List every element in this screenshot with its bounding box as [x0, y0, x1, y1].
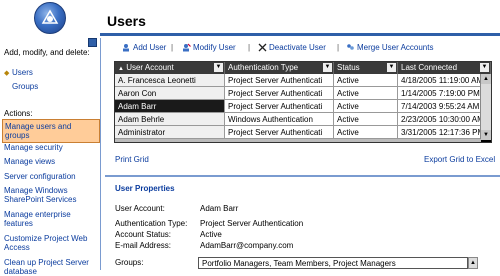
cell-last-connected: 4/18/2005 11:19:00 AM — [398, 74, 481, 87]
toolbar-separator: | — [171, 43, 174, 52]
action-manage-users-and-groups[interactable]: Manage users and groups — [2, 119, 100, 143]
user-account-value: Adam Barr — [200, 204, 239, 213]
deactivate-user-label: Deactivate User — [269, 43, 326, 52]
cell-status: Active — [334, 74, 398, 87]
cell-user-account: A. Francesca Leonetti — [115, 74, 225, 87]
deactivate-user-icon — [258, 43, 267, 52]
modify-user-icon — [183, 43, 191, 52]
title-divider — [100, 33, 500, 36]
action-manage-security[interactable]: Manage security — [4, 143, 96, 152]
merge-user-accounts-label: Merge User Accounts — [357, 43, 434, 52]
cell-user-account: Adam Behrle — [115, 113, 225, 126]
modify-user-button[interactable]: Modify User — [182, 43, 236, 52]
account-status-label: Account Status: — [115, 230, 172, 239]
column-header-label: Authentication Type — [228, 63, 299, 72]
nav-link-users[interactable]: Users — [12, 68, 33, 77]
column-dropdown-icon[interactable]: ▼ — [387, 63, 396, 72]
cell-status: Active — [334, 100, 398, 113]
email-value: AdamBarr@company.com — [200, 241, 294, 250]
deactivate-user-button[interactable]: Deactivate User — [258, 43, 326, 52]
column-header-label: User Account — [126, 63, 174, 72]
cell-last-connected: 3/31/2005 12:17:36 PM — [398, 126, 481, 139]
toolbar-separator: | — [248, 43, 251, 52]
cell-user-account: Adam Barr — [115, 100, 225, 113]
cell-status: Active — [334, 87, 398, 100]
action-manage-enterprise-features[interactable]: Manage enterprise features — [4, 210, 96, 228]
cell-status: Active — [334, 126, 398, 139]
add-user-icon — [123, 44, 129, 52]
add-modify-heading: Add, modify, and delete: — [4, 48, 90, 57]
cell-authentication-type: Project Server Authenticati — [225, 87, 334, 100]
page-header: Users — [0, 0, 500, 38]
left-navigation-panel: Add, modify, and delete: ◆ Users Groups … — [0, 38, 101, 276]
users-grid: ▲ User Account ▼ Authentication Type ▼ S… — [114, 61, 492, 143]
print-grid-link[interactable]: Print Grid — [115, 155, 149, 164]
action-server-configuration[interactable]: Server configuration — [4, 172, 96, 181]
table-row-selected[interactable]: Adam Barr Project Server Authenticati Ac… — [115, 100, 491, 113]
nav-link-groups[interactable]: Groups — [12, 82, 38, 91]
export-grid-link[interactable]: Export Grid to Excel — [424, 155, 495, 164]
column-header-label: Status — [337, 63, 360, 72]
table-row[interactable]: Adam Behrle Windows Authentication Activ… — [115, 113, 491, 126]
auth-type-label: Authentication Type: — [115, 219, 188, 228]
cell-user-account: Administrator — [115, 126, 225, 139]
column-header-user-account[interactable]: ▲ User Account ▼ — [115, 62, 225, 74]
grid-header-row: ▲ User Account ▼ Authentication Type ▼ S… — [115, 62, 491, 74]
cell-last-connected: 1/14/2005 7:19:00 PM — [398, 87, 481, 100]
cell-authentication-type: Windows Authentication — [225, 113, 334, 126]
table-row[interactable]: Aaron Con Project Server Authenticati Ac… — [115, 87, 491, 100]
cell-authentication-type: Project Server Authenticati — [225, 126, 334, 139]
table-row[interactable]: A. Francesca Leonetti Project Server Aut… — [115, 74, 491, 87]
table-row[interactable]: Administrator Project Server Authenticat… — [115, 126, 491, 139]
merge-user-accounts-button[interactable]: Merge User Accounts — [346, 43, 433, 52]
bullet-icon: ◆ — [4, 70, 10, 77]
sort-ascending-icon: ▲ — [118, 66, 124, 72]
column-dropdown-icon[interactable]: ▼ — [323, 63, 332, 72]
cell-authentication-type: Project Server Authenticati — [225, 100, 334, 113]
project-logo-icon — [34, 2, 66, 34]
column-header-status[interactable]: Status ▼ — [334, 62, 398, 74]
column-header-last-connected[interactable]: Last Connected ▼ — [398, 62, 491, 74]
column-header-label: Last Connected — [401, 63, 458, 72]
grid-horizontal-scrollbar[interactable] — [115, 139, 481, 142]
account-status-value: Active — [200, 230, 222, 239]
actions-heading: Actions: — [4, 109, 33, 118]
panel-collapse-icon[interactable] — [88, 38, 97, 47]
action-customize-pwa[interactable]: Customize Project Web Access — [4, 234, 96, 252]
email-label: E-mail Address: — [115, 241, 172, 250]
cell-last-connected: 7/14/2003 9:55:24 AM — [398, 100, 481, 113]
cell-user-account: Aaron Con — [115, 87, 225, 100]
page-title: Users — [107, 13, 146, 29]
add-user-label: Add User — [133, 43, 167, 52]
groups-listbox[interactable]: Portfolio Managers, Team Members, Projec… — [198, 257, 468, 269]
scroll-down-icon[interactable]: ▼ — [481, 130, 491, 140]
cell-status: Active — [334, 113, 398, 126]
modify-user-label: Modify User — [193, 43, 236, 52]
properties-title: User Properties — [115, 184, 175, 193]
scroll-up-icon[interactable]: ▲ — [481, 74, 491, 84]
auth-type-value: Project Server Authentication — [200, 219, 304, 228]
merge-user-icon — [347, 44, 354, 51]
cell-authentication-type: Project Server Authenticati — [225, 74, 334, 87]
column-dropdown-icon[interactable]: ▼ — [480, 63, 489, 72]
grid-vertical-scrollbar[interactable]: ▲ ▼ — [480, 74, 491, 140]
action-manage-wss[interactable]: Manage Windows SharePoint Services — [4, 186, 96, 204]
column-dropdown-icon[interactable]: ▼ — [214, 63, 223, 72]
add-user-button[interactable]: Add User — [122, 43, 166, 52]
toolbar-separator: | — [337, 43, 340, 52]
properties-divider — [105, 175, 500, 177]
column-header-authentication-type[interactable]: Authentication Type ▼ — [225, 62, 334, 74]
cell-last-connected: 2/23/2005 10:30:00 AM — [398, 113, 481, 126]
action-clean-up-database[interactable]: Clean up Project Server database — [4, 258, 96, 276]
groups-label: Groups: — [115, 258, 144, 267]
action-manage-views[interactable]: Manage views — [4, 157, 96, 166]
groups-scroll-up-icon[interactable]: ▲ — [468, 257, 478, 269]
user-account-label: User Account: — [115, 204, 165, 213]
